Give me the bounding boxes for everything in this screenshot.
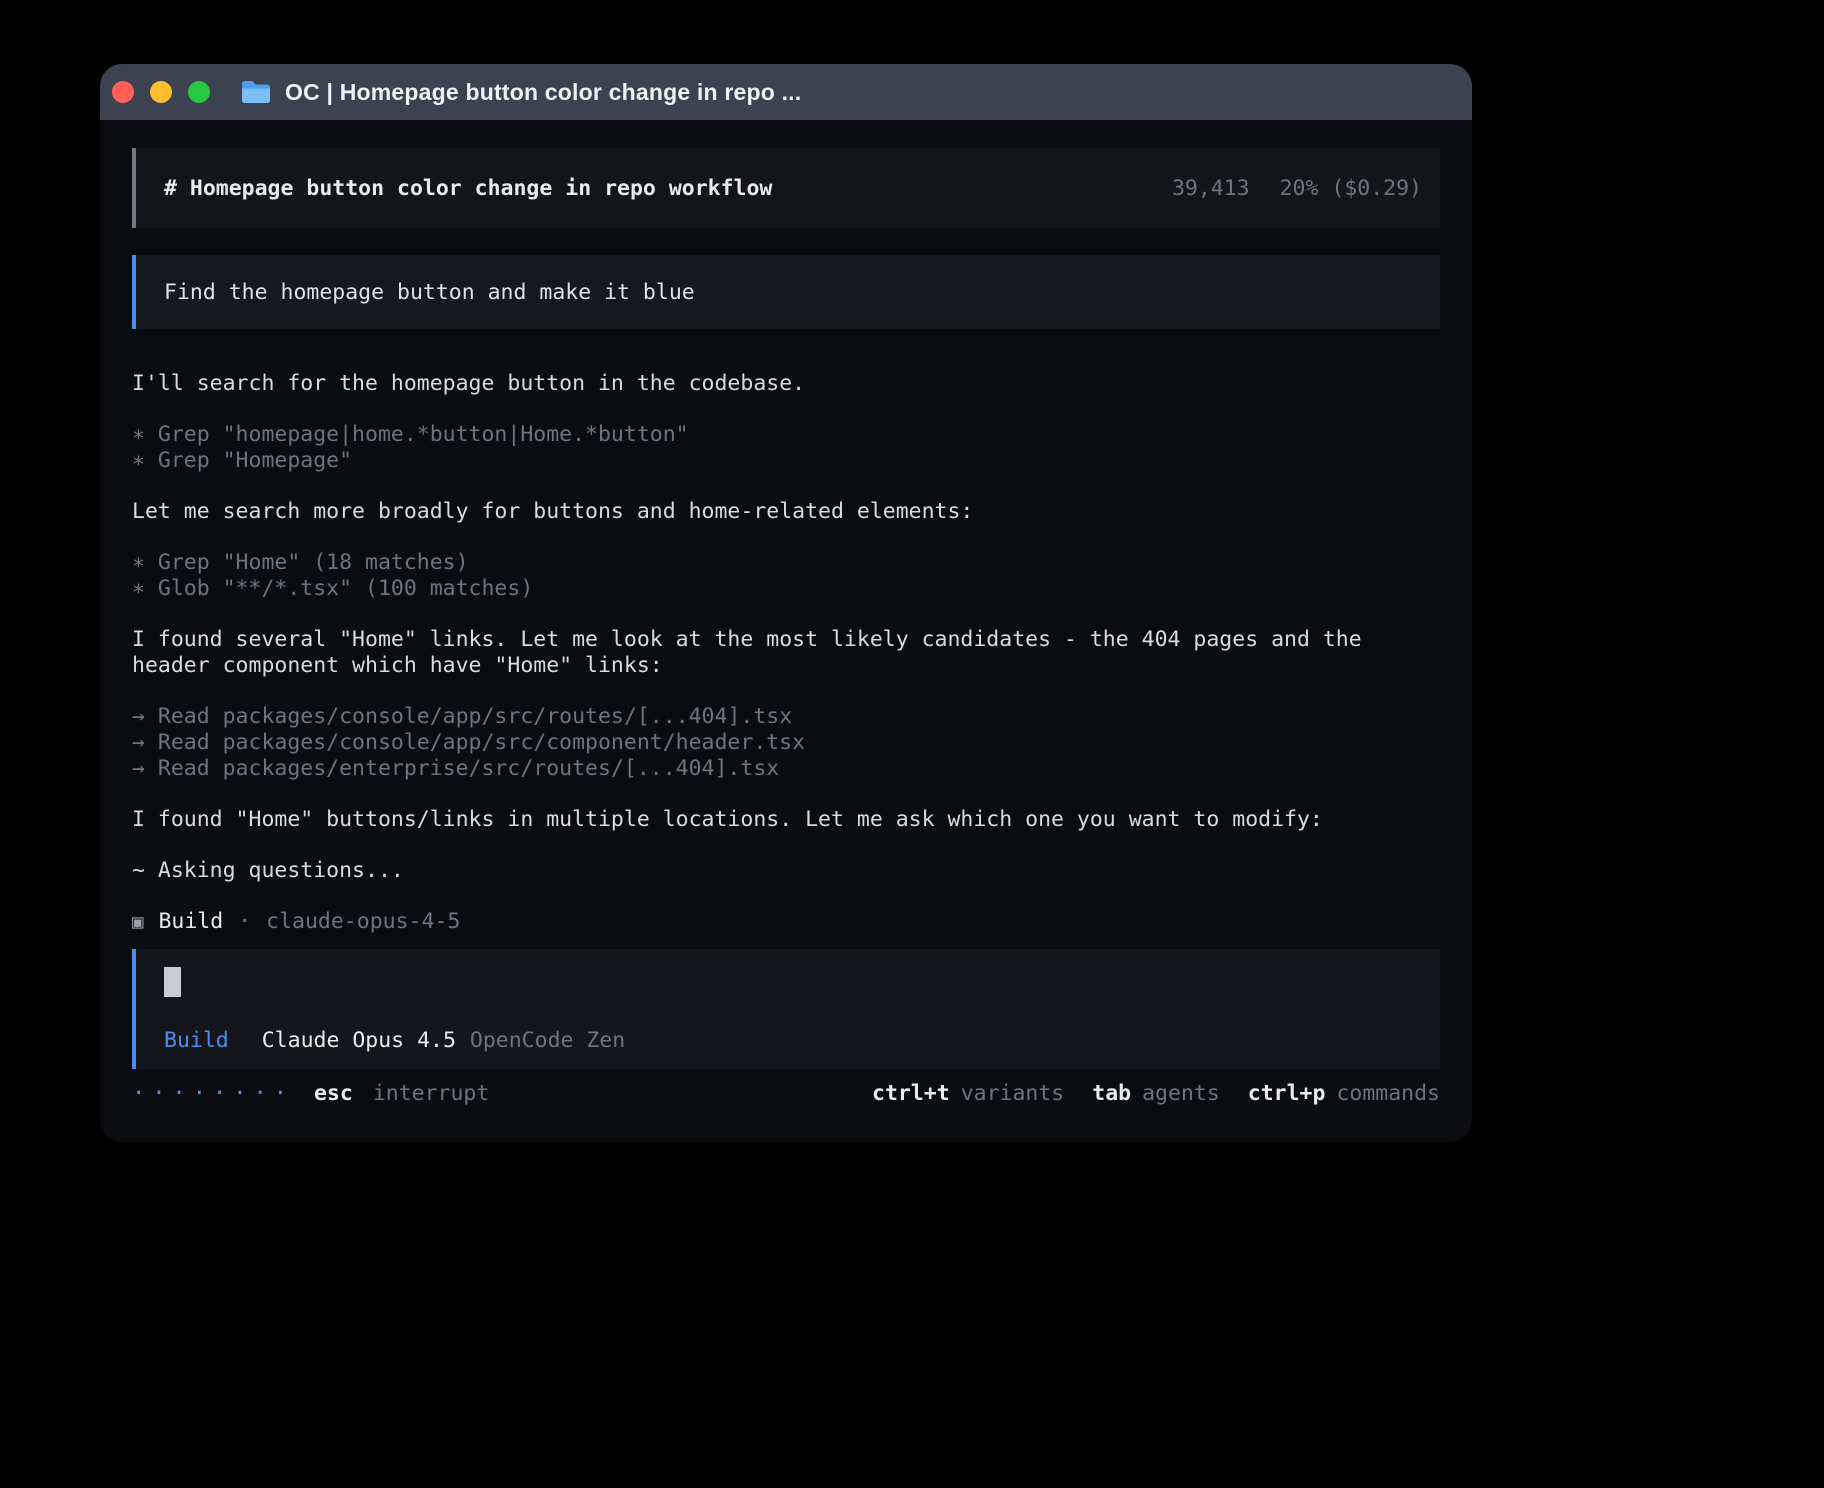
token-count: 39,413 [1172, 176, 1250, 201]
shortcut-agents: tab agents [1092, 1081, 1220, 1106]
shortcut-key: ctrl+p [1248, 1081, 1326, 1106]
input-mode-label: Build [164, 1028, 229, 1053]
transcript: I'll search for the homepage button in t… [132, 371, 1440, 935]
assistant-text: I found "Home" buttons/links in multiple… [132, 807, 1440, 833]
tool-call-group: ∗ Grep "Home" (18 matches) ∗ Glob "**/*.… [132, 550, 1440, 602]
session-header: # Homepage button color change in repo w… [132, 148, 1440, 228]
window-title: OC | Homepage button color change in rep… [285, 79, 801, 106]
agent-icon: ▣ [132, 909, 143, 935]
assistant-text: I'll search for the homepage button in t… [132, 371, 1440, 397]
folder-icon [240, 79, 272, 105]
shortcut-key: ctrl+t [872, 1081, 950, 1106]
title-group: OC | Homepage button color change in rep… [240, 79, 801, 106]
traffic-lights [112, 81, 210, 103]
terminal-body: # Homepage button color change in repo w… [100, 120, 1472, 1142]
input-provider-label: OpenCode Zen [470, 1028, 625, 1053]
tool-call-grep: ∗ Grep "Homepage" [132, 448, 1440, 474]
session-title: # Homepage button color change in repo w… [164, 176, 772, 201]
context-usage: 20% ($0.29) [1280, 176, 1422, 201]
user-message-text: Find the homepage button and make it blu… [164, 280, 695, 305]
interrupt-key: esc [314, 1081, 353, 1106]
shortcut-label: variants [961, 1081, 1065, 1106]
shortcut-label: commands [1336, 1081, 1440, 1106]
user-message: Find the homepage button and make it blu… [132, 255, 1440, 329]
shortcut-label: agents [1142, 1081, 1220, 1106]
tool-call-read: → Read packages/console/app/src/routes/[… [132, 704, 1440, 730]
status-bar-left: ········ esc interrupt [132, 1081, 489, 1106]
tool-call-group: → Read packages/console/app/src/routes/[… [132, 704, 1440, 782]
session-stats: 39,413 20% ($0.29) [1172, 176, 1422, 201]
text-cursor [164, 967, 181, 997]
status-text: ~ Asking questions... [132, 858, 1440, 884]
spinner-dots: ········ [132, 1081, 294, 1106]
interrupt-label: interrupt [373, 1081, 490, 1106]
agent-separator: · [238, 909, 251, 935]
agent-status-row: ▣ Build · claude-opus-4-5 [132, 909, 1440, 935]
tool-call-grep: ∗ Grep "homepage|home.*button|Home.*butt… [132, 422, 1440, 448]
tool-call-read: → Read packages/console/app/src/componen… [132, 730, 1440, 756]
agent-name: Build [158, 909, 223, 935]
input-meta-row: Build Claude Opus 4.5 OpenCode Zen [164, 1028, 1412, 1053]
shortcut-commands: ctrl+p commands [1248, 1081, 1440, 1106]
shortcut-variants: ctrl+t variants [872, 1081, 1064, 1106]
zoom-button[interactable] [188, 81, 210, 103]
close-button[interactable] [112, 81, 134, 103]
minimize-button[interactable] [150, 81, 172, 103]
assistant-text: Let me search more broadly for buttons a… [132, 499, 1440, 525]
terminal-window: OC | Homepage button color change in rep… [100, 64, 1472, 1142]
tool-call-grep: ∗ Grep "Home" (18 matches) [132, 550, 1440, 576]
tool-call-read: → Read packages/enterprise/src/routes/[.… [132, 756, 1440, 782]
tool-call-glob: ∗ Glob "**/*.tsx" (100 matches) [132, 576, 1440, 602]
prompt-input[interactable]: Build Claude Opus 4.5 OpenCode Zen [132, 949, 1440, 1069]
shortcut-key: tab [1092, 1081, 1131, 1106]
status-bar-right: ctrl+t variants tab agents ctrl+p comman… [872, 1081, 1440, 1106]
status-bar: ········ esc interrupt ctrl+t variants t… [132, 1081, 1440, 1106]
tool-call-group: ∗ Grep "homepage|home.*button|Home.*butt… [132, 422, 1440, 474]
assistant-text: I found several "Home" links. Let me loo… [132, 627, 1440, 679]
input-model-label: Claude Opus 4.5 [262, 1028, 456, 1053]
agent-model: claude-opus-4-5 [266, 909, 460, 935]
titlebar[interactable]: OC | Homepage button color change in rep… [100, 64, 1472, 120]
